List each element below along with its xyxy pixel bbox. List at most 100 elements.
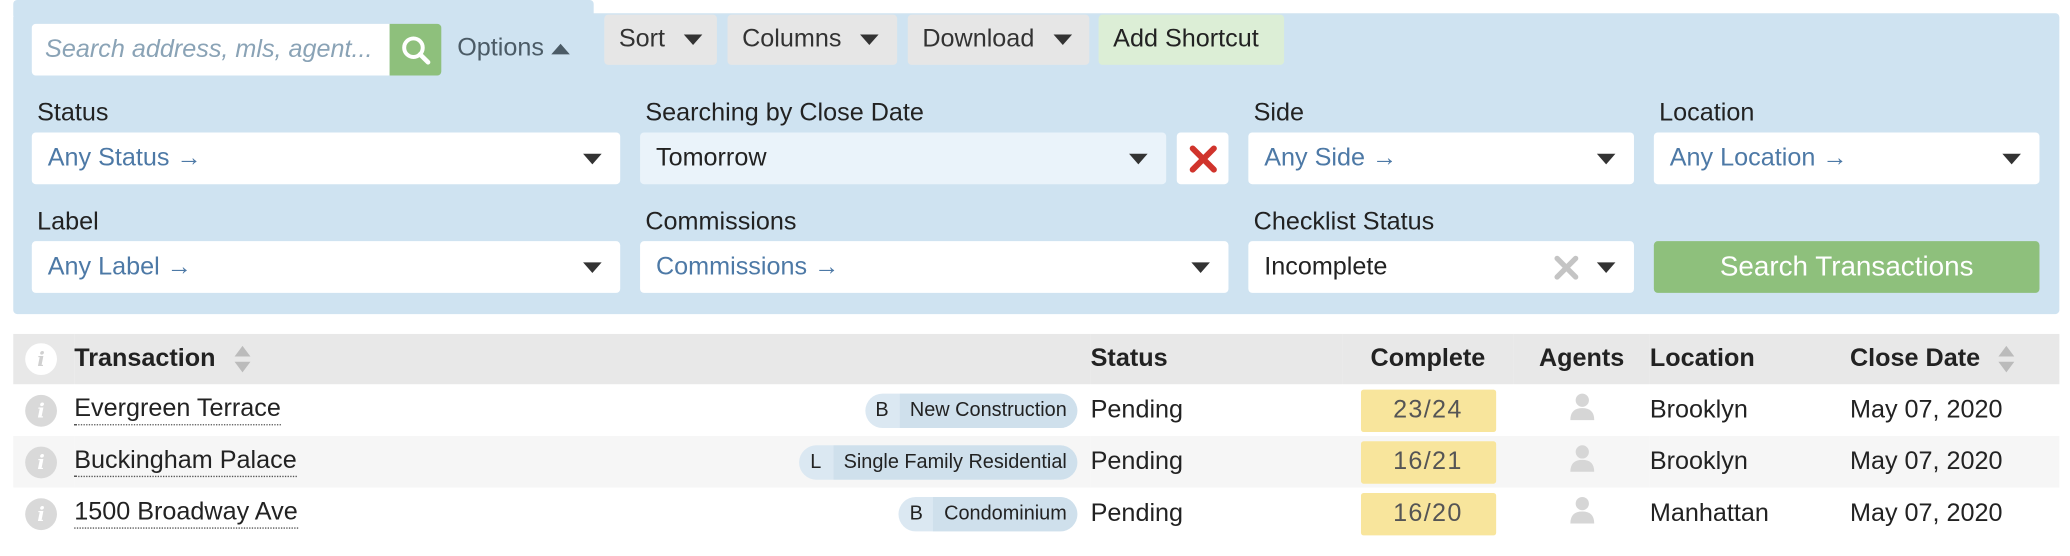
close-date-header-label: Close Date (1849, 344, 1981, 373)
status-column-header: Status (1090, 333, 1343, 385)
info-cell[interactable]: i (13, 435, 75, 488)
location-select-value: Any Location → (1669, 143, 1848, 172)
close-date-select-value: Tomorrow (655, 143, 767, 172)
checklist-select[interactable]: Incomplete (1248, 241, 1634, 293)
close-date-column-header[interactable]: Close Date (1849, 333, 2060, 385)
side-initial: B (875, 398, 889, 422)
download-button[interactable]: Download (907, 14, 1090, 65)
table-header-row: i Transaction Status Complete Agents Loc… (13, 333, 2060, 385)
sort-button-label: Sort (618, 25, 666, 54)
location-select[interactable]: Any Location → (1653, 132, 2040, 185)
chevron-down-icon (683, 34, 703, 46)
side-initial: B (909, 502, 923, 525)
clear-icon[interactable] (1552, 253, 1581, 282)
clear-close-date-button[interactable] (1176, 132, 1229, 185)
agents-cell (1513, 487, 1650, 540)
search-button[interactable] (389, 23, 442, 76)
info-icon[interactable]: i (25, 394, 57, 427)
checklist-filter-label: Checklist Status (1253, 208, 1435, 236)
property-type-label: Condominium (933, 496, 1078, 531)
status-cell: Pending (1090, 384, 1343, 436)
transaction-cell: 1500 Broadway Ave B Condominium (74, 487, 1091, 540)
label-filter-label: Label (37, 208, 99, 236)
close-icon (1189, 144, 1217, 172)
download-button-label: Download (922, 25, 1035, 54)
status-cell: Pending (1090, 487, 1343, 540)
close-date-cell: May 07, 2020 (1849, 384, 2060, 436)
status-select[interactable]: Any Status → (31, 132, 621, 185)
transactions-page: Options Status Searching by Close Date S… (0, 0, 2070, 555)
transaction-link[interactable]: Buckingham Palace (74, 447, 297, 478)
search-icon (401, 35, 430, 64)
sort-button[interactable]: Sort (604, 14, 717, 65)
info-column-header: i (13, 333, 75, 385)
side-filter-label: Side (1253, 99, 1305, 128)
transaction-link[interactable]: 1500 Broadway Ave (74, 498, 298, 529)
table-row[interactable]: i Buckingham Palace L Single Family Resi… (13, 435, 2060, 488)
commissions-select-value: Commissions → (655, 252, 840, 281)
options-toggle[interactable]: Options (457, 34, 571, 63)
user-icon[interactable] (1568, 495, 1595, 524)
agents-cell (1513, 384, 1650, 436)
chevron-down-icon (1052, 34, 1072, 46)
chevron-down-icon (583, 262, 602, 273)
chevron-down-icon (1191, 262, 1210, 273)
commissions-filter-label: Commissions (645, 208, 797, 236)
sort-icon[interactable] (233, 345, 252, 374)
close-date-select[interactable]: Tomorrow (640, 132, 1167, 185)
info-icon: i (25, 343, 57, 376)
label-select-value: Any Label → (47, 252, 192, 281)
chevron-down-icon (583, 153, 602, 165)
complete-cell: 23/24 (1342, 384, 1514, 436)
location-cell: Brooklyn (1649, 435, 1850, 488)
location-cell: Brooklyn (1649, 384, 1850, 436)
options-label: Options (457, 34, 544, 63)
agents-column-header: Agents (1513, 333, 1650, 385)
commissions-select[interactable]: Commissions → (640, 241, 1229, 293)
close-date-cell: May 07, 2020 (1849, 435, 2060, 488)
table-row[interactable]: i 1500 Broadway Ave B Condominium Pendin… (13, 487, 2060, 540)
transaction-link[interactable]: Evergreen Terrace (74, 395, 281, 426)
status-cell: Pending (1090, 435, 1343, 488)
property-type-label: Single Family Residential (833, 444, 1078, 480)
property-type-label: New Construction (899, 392, 1078, 428)
search-transactions-button[interactable]: Search Transactions (1653, 241, 2040, 293)
label-select[interactable]: Any Label → (31, 241, 621, 293)
chevron-down-icon (1129, 153, 1148, 165)
complete-badge[interactable]: 16/21 (1360, 440, 1496, 484)
location-column-header: Location (1649, 333, 1850, 385)
property-type-tag: B New Construction (864, 392, 1078, 428)
chevron-down-icon (2002, 153, 2021, 165)
side-initial: L (810, 450, 822, 474)
complete-badge[interactable]: 23/24 (1360, 388, 1496, 432)
chevron-down-icon (1596, 153, 1616, 165)
property-type-tag: B Condominium (899, 496, 1078, 531)
property-type-tag: L Single Family Residential (798, 444, 1078, 480)
table-row[interactable]: i Evergreen Terrace B New Construction P… (13, 384, 2060, 436)
chevron-down-icon (1596, 262, 1616, 273)
chevron-down-icon (860, 34, 879, 46)
user-icon[interactable] (1568, 443, 1595, 472)
info-cell[interactable]: i (13, 487, 75, 540)
user-icon[interactable] (1568, 392, 1595, 421)
side-select[interactable]: Any Side → (1248, 132, 1634, 185)
status-select-value: Any Status → (47, 143, 202, 172)
chevron-up-icon (551, 43, 571, 55)
complete-cell: 16/21 (1342, 435, 1514, 488)
agents-cell (1513, 435, 1650, 488)
transaction-column-header[interactable]: Transaction (74, 333, 1091, 385)
location-cell: Manhattan (1649, 487, 1850, 540)
transaction-cell: Buckingham Palace L Single Family Reside… (74, 435, 1091, 488)
search-input[interactable] (31, 23, 390, 76)
complete-badge[interactable]: 16/20 (1360, 492, 1496, 535)
info-icon[interactable]: i (25, 445, 57, 478)
side-select-value: Any Side → (1264, 143, 1398, 172)
complete-column-header: Complete (1342, 333, 1514, 385)
info-icon[interactable]: i (25, 497, 57, 530)
transactions-table: i Transaction Status Complete Agents Loc… (13, 333, 2060, 540)
info-cell[interactable]: i (13, 384, 75, 436)
transaction-header-label: Transaction (74, 344, 216, 373)
add-shortcut-button[interactable]: Add Shortcut (1098, 14, 1285, 65)
sort-icon[interactable] (1998, 345, 2017, 374)
columns-button[interactable]: Columns (727, 14, 898, 65)
